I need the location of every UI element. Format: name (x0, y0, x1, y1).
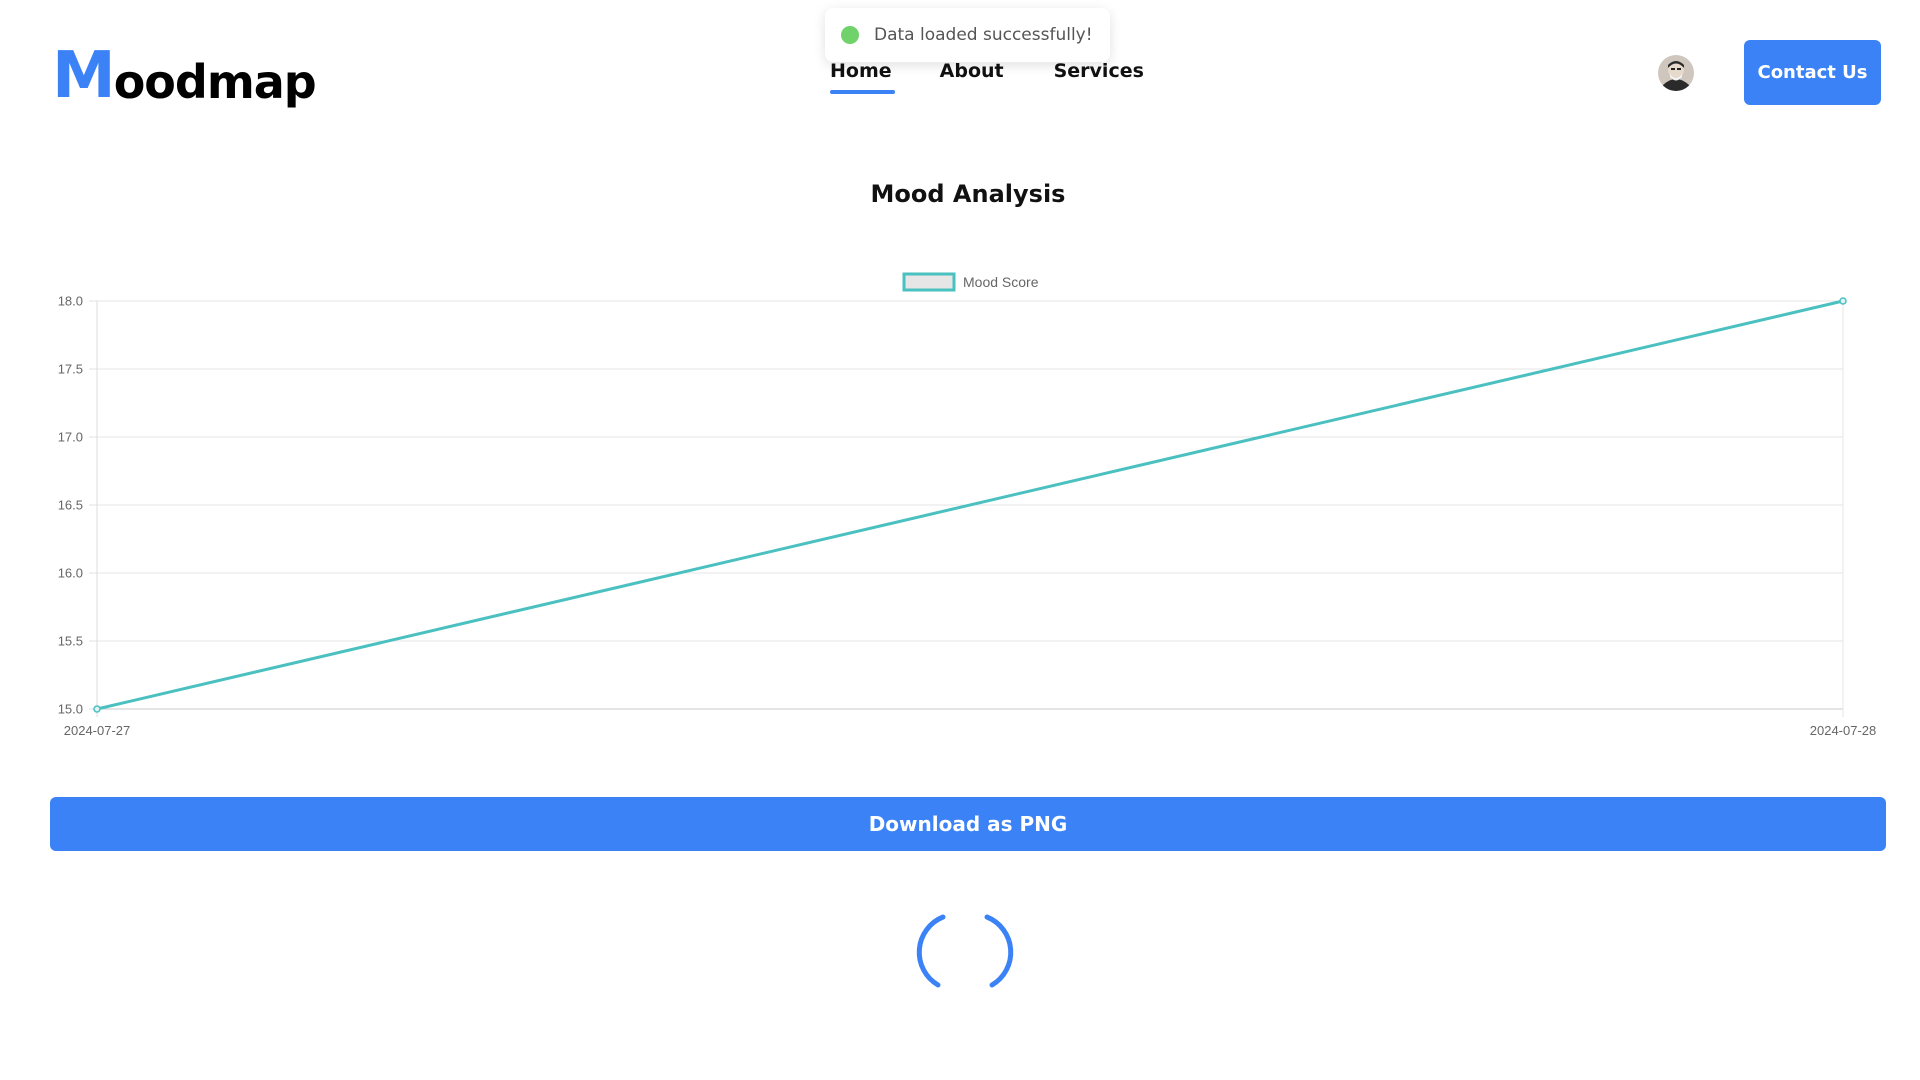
y-axis: 15.0 15.5 16.0 16.5 17.0 17.5 18.0 (58, 294, 83, 717)
download-png-button[interactable]: Download as PNG (50, 797, 1886, 851)
data-point (93, 705, 101, 713)
success-dot-icon (841, 26, 859, 44)
x-tick-label: 2024-07-28 (1810, 723, 1877, 738)
mood-line-chart: Mood Score 15.015.516.016.517.017.518.0 … (58, 272, 1877, 738)
loading-spinner-icon (916, 914, 1014, 988)
avatar-image (1658, 55, 1694, 91)
logo[interactable]: M oodmap (52, 39, 317, 113)
success-toast: Data loaded successfully! (825, 8, 1110, 62)
y-tick-label: 17.0 (58, 430, 83, 445)
chart-legend[interactable]: Mood Score (902, 272, 1039, 292)
page-title: Mood Analysis (870, 180, 1066, 208)
y-tick-label: 15.5 (58, 634, 83, 649)
nav-home[interactable]: Home (830, 60, 895, 94)
contact-us-button[interactable]: Contact Us (1744, 40, 1881, 105)
x-tick-label: 2024-07-27 (64, 723, 131, 738)
main-nav: Home About Services (830, 60, 1144, 94)
logo-text: oodmap (113, 55, 317, 109)
toast-message: Data loaded successfully! (874, 25, 1093, 45)
y-tick-label: 15.0 (58, 702, 83, 717)
legend-swatch (902, 272, 956, 292)
data-point (1839, 297, 1847, 305)
y-tick-label: 18.0 (58, 294, 83, 309)
user-avatar-icon[interactable] (1658, 55, 1694, 91)
logo-initial: M (52, 39, 116, 113)
y-tick-label: 17.5 (58, 362, 83, 377)
y-tick-label: 16.5 (58, 498, 83, 513)
nav-services[interactable]: Services (1054, 60, 1144, 88)
y-tick-label: 16.0 (58, 566, 83, 581)
nav-about[interactable]: About (940, 60, 1004, 88)
legend-label: Mood Score (963, 274, 1039, 290)
x-axis: 2024-07-27 2024-07-28 (64, 723, 1877, 738)
